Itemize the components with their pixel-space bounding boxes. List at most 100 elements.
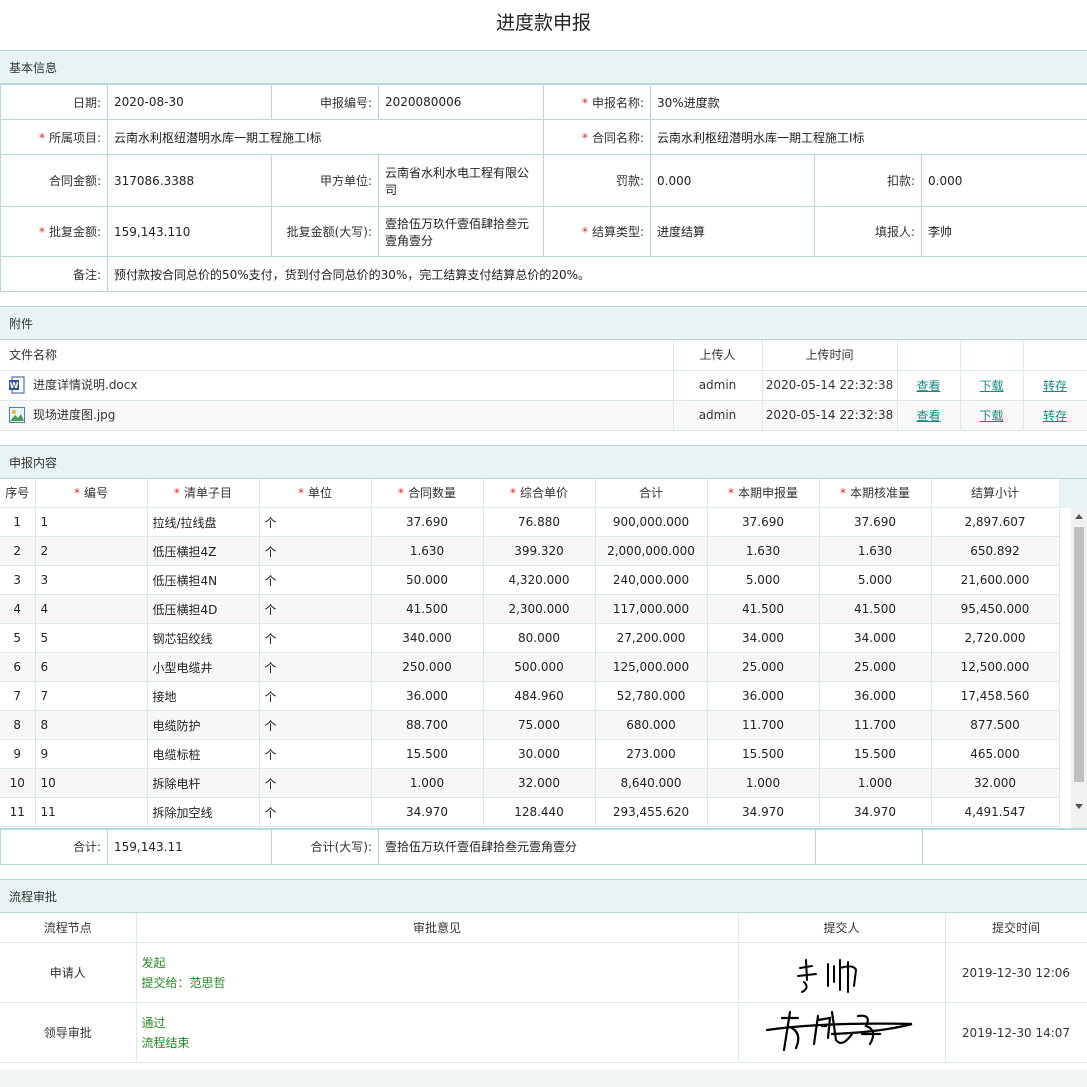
grid-cell: 8	[0, 710, 36, 740]
content-grid: 序号 * 编号 * 清单子目 * 单位 * 合同数量 * 综合单价 合计 * 本期申报量 * 本期核准量 结算小…	[0, 478, 1087, 829]
transfer-link[interactable]: 转存	[1043, 409, 1067, 423]
grid-cell: 低压横担4D	[147, 594, 260, 624]
required-mark: *	[397, 486, 404, 501]
approved-upper-label: 批复金额(大写):	[271, 206, 379, 257]
table-row[interactable]: 8 8 电缆防护个 88.700 75.000 680.000 11.700 11.700 87…	[0, 710, 1060, 740]
approval-node: 领导审批	[0, 1002, 137, 1063]
table-row[interactable]: 3 3 低压横担4N 个 50.000 4,320.000 240,000.000 5.000…	[0, 565, 1060, 595]
table-row[interactable]: 11 11 拆除加空线个 34.970 128.440 293,455.620 34.970…	[0, 797, 1060, 827]
attachment-uploader: admin	[673, 400, 763, 431]
grid-cell: 1.000	[707, 768, 820, 798]
grid-cell: 6	[35, 652, 148, 682]
scroll-down-icon[interactable]	[1075, 803, 1083, 809]
transfer-link[interactable]: 转存	[1043, 379, 1067, 393]
required-mark: *	[581, 225, 588, 239]
grid-cell: 680.000	[595, 710, 708, 740]
grid-cell: 128.440	[483, 797, 596, 827]
grid-cell: 电缆标桩	[147, 739, 260, 769]
view-link[interactable]: 查看	[916, 379, 940, 393]
table-row[interactable]: 5 5 钢芯铝绞线个 340.000 80.000 27,200.000 34.000 34.…	[0, 623, 1060, 653]
download-link[interactable]: 下载	[979, 409, 1003, 423]
attachment-file-name[interactable]: 进度详情说明.docx	[33, 378, 137, 392]
grid-cell: 36.000	[371, 681, 484, 711]
grid-cell: 1.000	[371, 768, 484, 798]
grid-cell: 1.630	[371, 536, 484, 566]
table-row[interactable]: 2 2 低压横担4Z 个 1.630 399.320 2,000,000.000 1.630 1…	[0, 536, 1060, 566]
filler-value: 李帅	[920, 206, 1087, 257]
grid-cell: 399.320	[483, 536, 596, 566]
table-row[interactable]: 4 4 低压横担4D 个 41.500 2,300.000 117,000.000 41.50…	[0, 594, 1060, 624]
attachment-file-name[interactable]: 现场进度图.jpg	[33, 408, 115, 422]
grid-cell: 5	[0, 623, 36, 653]
grid-cell: 个	[259, 681, 372, 711]
required-mark: *	[509, 486, 516, 501]
grid-cell: 5	[35, 623, 148, 653]
col-file-name: 文件名称	[0, 340, 674, 371]
grid-cell: 电缆防护	[147, 710, 260, 740]
required-mark: *	[581, 130, 588, 145]
scroll-up-icon[interactable]	[1075, 513, 1083, 519]
grid-cell: 465.000	[931, 739, 1060, 769]
section-attachments: 附件	[0, 306, 1087, 340]
grid-cell: 37.690	[819, 507, 932, 537]
grid-cell: 4,320.000	[483, 565, 596, 595]
totals-table: 合计: 159,143.11 合计(大写): 壹拾伍万玖仟壹佰肆拾叁元壹角壹分	[0, 828, 1087, 865]
grid-cell: 5.000	[707, 565, 820, 595]
grid-cell: 15.500	[819, 739, 932, 769]
col-node: 流程节点	[0, 912, 137, 943]
grid-cell: 125,000.000	[595, 652, 708, 682]
signature-image	[796, 959, 857, 993]
table-row[interactable]: 9 9 电缆标桩个 15.500 30.000 273.000 15.500 15.500 46…	[0, 739, 1060, 769]
grid-cell: 41.500	[819, 594, 932, 624]
col-action-download	[960, 340, 1024, 371]
attachments-table: 文件名称 上传人 上传时间 W 进度详情说明.docx admin 2020-0…	[0, 340, 1087, 431]
approval-table: 流程节点 审批意见 提交人 提交时间 申请人 发起 提交给：范思哲 2019-1…	[0, 912, 1087, 1063]
penalty-label: 罚款:	[543, 154, 651, 207]
table-row[interactable]: 1 1 拉线/拉线盘个 37.690 76.880 900,000.000 37.690 37…	[0, 507, 1060, 537]
grid-cell: 个	[259, 507, 372, 537]
scrollbar-thumb[interactable]	[1074, 526, 1084, 782]
party-a-value: 云南省水利水电工程有限公司	[378, 154, 544, 207]
grid-cell: 6	[0, 652, 36, 682]
required-mark: *	[297, 486, 304, 501]
attachment-time: 2020-05-14 22:32:38	[762, 370, 898, 401]
grid-cell: 34.970	[371, 797, 484, 827]
image-file-icon	[9, 406, 25, 424]
grid-cell: 1	[35, 507, 148, 537]
grid-cell: 个	[259, 623, 372, 653]
approval-row: 申请人 发起 提交给：范思哲 2019-12-30 12:06	[0, 942, 1087, 1003]
required-mark: *	[38, 225, 45, 239]
grid-col-header: * 本期核准量	[819, 478, 932, 508]
grid-cell: 2,000,000.000	[595, 536, 708, 566]
grid-cell: 75.000	[483, 710, 596, 740]
attachment-uploader: admin	[673, 370, 763, 401]
grid-cell: 25.000	[819, 652, 932, 682]
download-link[interactable]: 下载	[979, 379, 1003, 393]
attachment-row: 现场进度图.jpg admin 2020-05-14 22:32:38 查看 下…	[0, 400, 1087, 431]
required-mark: *	[73, 486, 80, 501]
name-label: * 申报名称:	[543, 84, 651, 120]
penalty-value: 0.000	[650, 154, 815, 207]
required-mark: *	[727, 486, 734, 501]
col-submitter: 提交人	[738, 912, 946, 943]
signature-cell	[738, 1002, 946, 1063]
grid-scrollbar[interactable]	[1071, 507, 1087, 828]
view-link[interactable]: 查看	[916, 409, 940, 423]
grid-cell: 7	[35, 681, 148, 711]
table-row[interactable]: 10 10 拆除电杆个 1.000 32.000 8,640.000 1.000 1.000 3…	[0, 768, 1060, 798]
grid-cell: 1.630	[819, 536, 932, 566]
total-label: 合计:	[0, 828, 108, 865]
grid-cell: 21,600.000	[931, 565, 1060, 595]
grid-cell: 36.000	[707, 681, 820, 711]
grid-cell: 37.690	[707, 507, 820, 537]
grid-col-header: 结算小计	[931, 478, 1060, 508]
approved-upper-value: 壹拾伍万玖仟壹佰肆拾叁元壹角壹分	[378, 206, 544, 257]
approval-opinion-detail: 提交给：范思哲	[141, 975, 226, 990]
approval-opinion-action: 通过	[141, 1015, 166, 1030]
grid-cell: 个	[259, 739, 372, 769]
total-upper-value: 壹拾伍万玖仟壹佰肆拾叁元壹角壹分	[378, 828, 816, 865]
approval-opinion-detail: 流程结束	[141, 1035, 190, 1050]
col-uploader: 上传人	[673, 340, 763, 371]
table-row[interactable]: 7 7 接地个 36.000 484.960 52,780.000 36.000 36.000…	[0, 681, 1060, 711]
table-row[interactable]: 6 6 小型电缆井个 250.000 500.000 125,000.000 25.000 2…	[0, 652, 1060, 682]
